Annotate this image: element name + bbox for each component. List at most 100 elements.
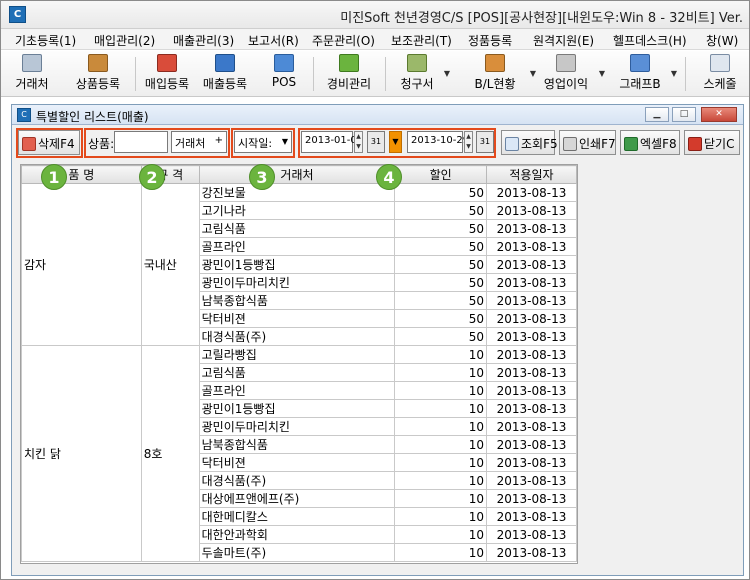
cell-date[interactable]: 2013-08-13 bbox=[486, 489, 577, 508]
cell-partner[interactable]: 광민이1등빵집 bbox=[198, 399, 396, 418]
cell-discount[interactable]: 10 bbox=[394, 543, 488, 562]
cell-discount[interactable]: 50 bbox=[394, 291, 488, 310]
cell-partner[interactable]: 대한메디칼스 bbox=[198, 507, 396, 526]
cell-partner[interactable]: 강진보물 bbox=[198, 183, 396, 202]
cell-discount[interactable]: 50 bbox=[394, 309, 488, 328]
cell-partner[interactable]: 고림식품 bbox=[198, 219, 396, 238]
table-row[interactable]: 치킨 닭 8호 고릴라빵집 10 2013-08-13 bbox=[21, 345, 577, 562]
menu-order[interactable]: 주문관리(O) bbox=[312, 32, 375, 49]
close-window-button[interactable]: ✕ bbox=[701, 107, 737, 122]
cell-date[interactable]: 2013-08-13 bbox=[486, 255, 577, 274]
cell-date[interactable]: 2013-08-13 bbox=[486, 309, 577, 328]
toolbar-bl-button[interactable]: B/L현황 ▼ bbox=[464, 53, 536, 95]
cell-date[interactable]: 2013-08-13 bbox=[486, 345, 577, 364]
toolbar-schedule-button[interactable]: 스케줄 bbox=[699, 53, 741, 95]
cell-discount[interactable]: 10 bbox=[394, 435, 488, 454]
cell-discount[interactable]: 10 bbox=[394, 363, 488, 382]
cell-discount[interactable]: 50 bbox=[394, 327, 488, 346]
cell-partner[interactable]: 골프라인 bbox=[198, 237, 396, 256]
chevron-down-icon[interactable]: ▼ bbox=[599, 69, 605, 78]
menu-helpdesk[interactable]: 헬프데스크(H) bbox=[613, 32, 687, 49]
cell-date[interactable]: 2013-08-13 bbox=[486, 399, 577, 418]
menu-remote[interactable]: 원격지원(E) bbox=[533, 32, 594, 49]
cell-partner[interactable]: 대경식품(주) bbox=[198, 471, 396, 490]
cell-partner[interactable]: 대상에프앤에프(주) bbox=[198, 489, 396, 508]
cell-partner[interactable]: 닥터비젼 bbox=[198, 453, 396, 472]
cell-product-name[interactable]: 감자 bbox=[21, 183, 142, 346]
cell-date[interactable]: 2013-08-13 bbox=[486, 543, 577, 562]
cell-discount[interactable]: 10 bbox=[394, 399, 488, 418]
cell-date[interactable]: 2013-08-13 bbox=[486, 525, 577, 544]
cell-date[interactable]: 2013-08-13 bbox=[486, 471, 577, 490]
cell-discount[interactable]: 50 bbox=[394, 237, 488, 256]
cell-discount[interactable]: 10 bbox=[394, 525, 488, 544]
cell-date[interactable]: 2013-08-13 bbox=[486, 219, 577, 238]
toolbar-graph-button[interactable]: 그래프B ▼ bbox=[613, 53, 677, 95]
cell-date[interactable]: 2013-08-13 bbox=[486, 183, 577, 202]
cell-date[interactable]: 2013-08-13 bbox=[486, 507, 577, 526]
toolbar-expense-button[interactable]: 경비관리 bbox=[321, 53, 377, 95]
menu-window[interactable]: 창(W) bbox=[706, 32, 738, 49]
column-header-date[interactable]: 적용일자 bbox=[486, 165, 577, 184]
cell-discount[interactable]: 50 bbox=[394, 201, 488, 220]
menu-purchase[interactable]: 매입관리(2) bbox=[94, 32, 155, 49]
cell-date[interactable]: 2013-08-13 bbox=[486, 453, 577, 472]
cell-discount[interactable]: 10 bbox=[394, 489, 488, 508]
excel-button[interactable]: 엑셀F8 bbox=[620, 130, 680, 155]
cell-date[interactable]: 2013-08-13 bbox=[486, 237, 577, 256]
cell-partner[interactable]: 고림식품 bbox=[198, 363, 396, 382]
column-header-partner[interactable]: 거래처 bbox=[198, 165, 396, 184]
cell-date[interactable]: 2013-08-13 bbox=[486, 291, 577, 310]
cell-discount[interactable]: 10 bbox=[394, 507, 488, 526]
cell-partner[interactable]: 광민이1등빵집 bbox=[198, 255, 396, 274]
cell-partner[interactable]: 대경식품(주) bbox=[198, 327, 396, 346]
cell-date[interactable]: 2013-08-13 bbox=[486, 381, 577, 400]
search-button[interactable]: 조회F5 bbox=[501, 130, 558, 155]
cell-partner[interactable]: 고기나라 bbox=[198, 201, 396, 220]
cell-discount[interactable]: 50 bbox=[394, 273, 488, 292]
cell-discount[interactable]: 10 bbox=[394, 453, 488, 472]
cell-partner[interactable]: 광민이두마리치킨 bbox=[198, 273, 396, 292]
close-button[interactable]: 닫기C bbox=[684, 130, 740, 155]
chevron-down-icon[interactable]: ▼ bbox=[530, 69, 536, 78]
menu-license[interactable]: 정품등록 bbox=[468, 32, 512, 49]
cell-partner[interactable]: 남북종합식품 bbox=[198, 435, 396, 454]
cell-partner[interactable]: 닥터비젼 bbox=[198, 309, 396, 328]
maximize-button[interactable]: □ bbox=[672, 107, 696, 122]
cell-spec[interactable]: 8호 bbox=[140, 345, 200, 562]
chevron-down-icon[interactable]: ▼ bbox=[444, 69, 450, 78]
minimize-button[interactable]: ▁ bbox=[645, 107, 669, 122]
cell-partner[interactable]: 남북종합식품 bbox=[198, 291, 396, 310]
cell-discount[interactable]: 10 bbox=[394, 417, 488, 436]
cell-partner[interactable]: 광민이두마리치킨 bbox=[198, 417, 396, 436]
column-header-discount[interactable]: 할인 bbox=[394, 165, 488, 184]
cell-product-name[interactable]: 치킨 닭 bbox=[21, 345, 142, 562]
cell-date[interactable]: 2013-08-13 bbox=[486, 363, 577, 382]
menu-basic[interactable]: 기초등록(1) bbox=[15, 32, 76, 49]
cell-date[interactable]: 2013-08-13 bbox=[486, 273, 577, 292]
toolbar-partner-button[interactable]: 거래처 bbox=[9, 53, 55, 95]
cell-discount[interactable]: 50 bbox=[394, 219, 488, 238]
cell-date[interactable]: 2013-08-13 bbox=[486, 435, 577, 454]
cell-spec[interactable]: 국내산 bbox=[140, 183, 200, 346]
print-button[interactable]: 인쇄F7 bbox=[559, 130, 616, 155]
cell-discount[interactable]: 10 bbox=[394, 471, 488, 490]
cell-date[interactable]: 2013-08-13 bbox=[486, 201, 577, 220]
toolbar-product-button[interactable]: 상품등록 bbox=[67, 53, 129, 95]
cell-discount[interactable]: 50 bbox=[394, 255, 488, 274]
menu-report[interactable]: 보고서(R) bbox=[248, 32, 299, 49]
cell-discount[interactable]: 10 bbox=[394, 345, 488, 364]
cell-partner[interactable]: 고릴라빵집 bbox=[198, 345, 396, 364]
cell-partner[interactable]: 대한안과학회 bbox=[198, 525, 396, 544]
cell-partner[interactable]: 두솔마트(주) bbox=[198, 543, 396, 562]
toolbar-sales-button[interactable]: 매출등록 bbox=[197, 53, 253, 95]
cell-discount[interactable]: 10 bbox=[394, 381, 488, 400]
toolbar-pos-button[interactable]: POS bbox=[266, 53, 302, 95]
menu-sales[interactable]: 매출관리(3) bbox=[173, 32, 234, 49]
cell-date[interactable]: 2013-08-13 bbox=[486, 417, 577, 436]
toolbar-profit-button[interactable]: 영업이익 ▼ bbox=[537, 53, 605, 95]
menu-aux[interactable]: 보조관리(T) bbox=[391, 32, 452, 49]
toolbar-invoice-button[interactable]: 청구서 ▼ bbox=[394, 53, 450, 95]
column-header-name[interactable]: 품 명 bbox=[21, 165, 142, 184]
cell-date[interactable]: 2013-08-13 bbox=[486, 327, 577, 346]
